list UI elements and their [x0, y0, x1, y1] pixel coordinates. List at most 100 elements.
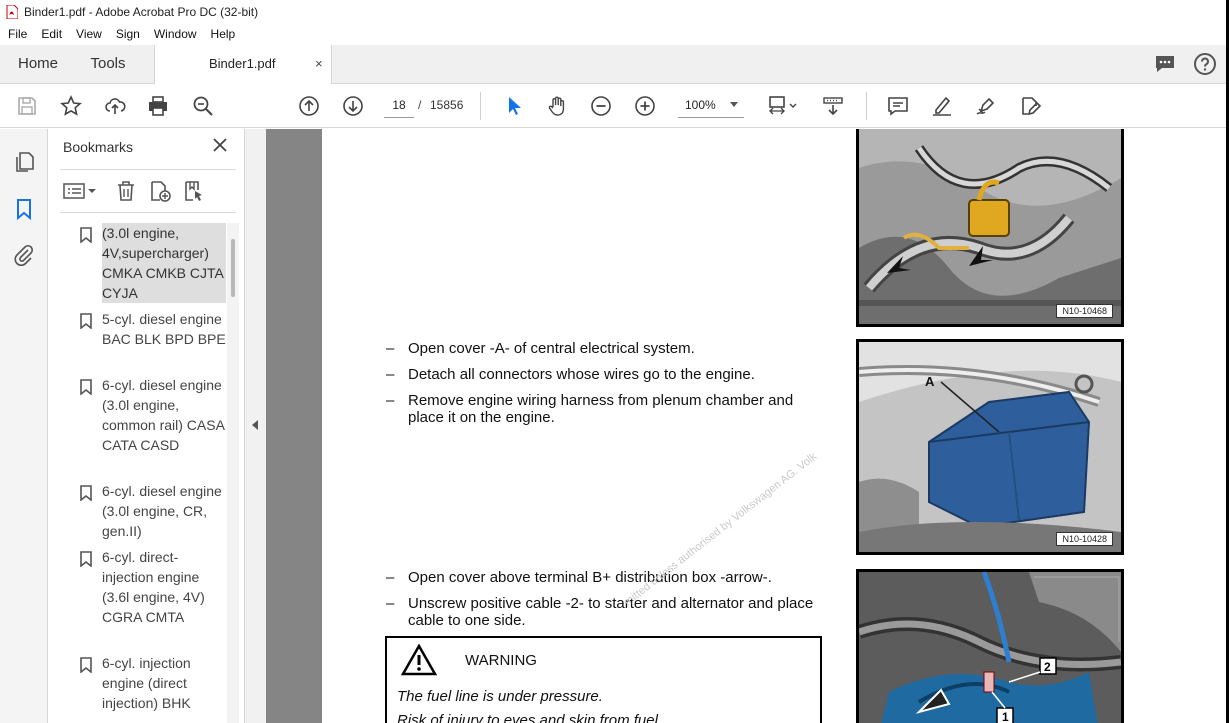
menu-view[interactable]: View [68, 24, 108, 45]
tab-bar: Home Tools Binder1.pdf × [0, 45, 1229, 84]
title-bar: Binder1.pdf - Adobe Acrobat Pro DC (32-b… [0, 0, 1229, 24]
page-fit-icon[interactable] [766, 94, 800, 118]
toolbar [0, 84, 1229, 128]
bookmark-icon [80, 313, 92, 330]
acrobat-app-icon [6, 4, 19, 20]
step-dash: – [386, 569, 395, 586]
bookmark-label: 6-cyl. diesel engine (3.0l engine, CR, g… [102, 483, 222, 539]
bookmark-label: 6-cyl. diesel engine (3.0l engine, commo… [102, 377, 225, 453]
chevron-down-icon [730, 102, 738, 107]
bookmark-panel-icon[interactable] [12, 197, 36, 221]
tab-close-icon[interactable]: × [315, 45, 323, 83]
comment-bubble-icon[interactable] [1153, 52, 1177, 76]
navigation-rail [0, 129, 48, 723]
warning-triangle-icon [400, 643, 438, 676]
tab-document[interactable]: Binder1.pdf × [154, 45, 332, 84]
bookmark-item[interactable]: 6-cyl. diesel engine (3.0l engine, commo… [48, 375, 228, 475]
figure-positive-cable: 2 1 [856, 569, 1124, 723]
zoom-select[interactable]: 100% [678, 92, 744, 118]
delete-trash-icon[interactable] [114, 179, 138, 203]
page-separator: / [418, 98, 422, 112]
scroll-mode-icon[interactable] [821, 94, 845, 118]
close-icon[interactable] [212, 137, 228, 153]
star-icon[interactable] [59, 94, 83, 118]
bookmarks-panel: Bookmarks (3.0l engine, 4V,supercharger)… [48, 129, 244, 723]
figure-label: N10-10428 [1056, 532, 1113, 546]
divider [60, 212, 236, 213]
bookmark-label: 6-cyl. direct-injection engine (3.6l eng… [102, 549, 205, 625]
page-thumbnails-icon[interactable] [12, 150, 36, 174]
highlight-pen-icon[interactable] [930, 94, 954, 118]
bookmark-label: 5-cyl. diesel engine BAC BLK BPD BPE [102, 311, 226, 347]
bookmark-icon [80, 551, 92, 568]
figure-electrical-cover: A N10-10428 [856, 339, 1124, 555]
menu-file[interactable]: File [0, 24, 33, 45]
step-dash: – [386, 392, 395, 409]
bookmark-item[interactable]: 6-cyl. direct-injection engine (3.6l eng… [48, 547, 228, 647]
bookmark-item[interactable]: 6-cyl. diesel engine (3.0l engine, CR, g… [48, 481, 228, 541]
toolbar-divider [866, 92, 867, 120]
help-icon[interactable] [1193, 52, 1217, 76]
step-dash: – [386, 595, 395, 612]
menu-edit[interactable]: Edit [33, 24, 68, 45]
bookmark-options-icon[interactable] [62, 179, 98, 203]
figure-label: N10-10468 [1056, 304, 1113, 318]
step-text: Remove engine wiring harness from plenum… [408, 392, 794, 426]
menu-bar: File Edit View Sign Window Help [0, 24, 1229, 45]
bookmark-item[interactable]: (3.0l engine, 4V,supercharger) CMKA CMKB… [48, 223, 228, 303]
menu-sign[interactable]: Sign [108, 24, 146, 45]
step-dash: – [386, 340, 395, 357]
previous-page-icon[interactable] [297, 94, 321, 118]
next-page-icon[interactable] [341, 94, 365, 118]
bookmark-item[interactable]: 5-cyl. diesel engine BAC BLK BPD BPE [48, 309, 228, 369]
divider [60, 169, 236, 170]
select-cursor-icon[interactable] [502, 94, 526, 118]
hand-tool-icon[interactable] [545, 94, 569, 118]
window-title: Binder1.pdf - Adobe Acrobat Pro DC (32-b… [24, 5, 259, 19]
warning-line: The fuel line is under pressure. [397, 688, 603, 705]
zoom-in-icon[interactable] [633, 94, 657, 118]
cloud-upload-icon[interactable] [103, 94, 127, 118]
attachment-paperclip-icon[interactable] [12, 243, 36, 267]
new-bookmark-icon[interactable] [148, 179, 172, 203]
step-text: Detach all connectors whose wires go to … [408, 366, 755, 383]
edit-pdf-icon[interactable] [1018, 94, 1042, 118]
bookmarks-scrollbar-track[interactable] [227, 223, 239, 723]
comment-icon[interactable] [886, 94, 910, 118]
bookmark-icon [80, 227, 92, 244]
warning-title: WARNING [465, 652, 537, 669]
warning-box: WARNING The fuel line is under pressure.… [385, 636, 822, 723]
figure-engine-connectors: N10-10468 [856, 129, 1124, 327]
callout-label: A [925, 374, 935, 389]
tab-tools[interactable]: Tools [76, 45, 140, 83]
chevron-left-icon[interactable] [252, 420, 258, 430]
zoom-out-icon[interactable] [589, 94, 613, 118]
step-text: Open cover -A- of central electrical sys… [408, 340, 695, 357]
step-text: Unscrew positive cable -2- to starter an… [408, 595, 814, 629]
bookmarks-scrollbar-thumb[interactable] [231, 239, 235, 297]
print-icon[interactable] [146, 94, 170, 118]
bookmark-item[interactable]: 6-cyl. injection engine (direct injectio… [48, 653, 228, 713]
menu-window[interactable]: Window [146, 24, 203, 45]
pdf-page: N10-10468 – Open cover -A- of central el… [322, 129, 1229, 723]
page-total: 15856 [430, 98, 464, 112]
bookmark-label: (3.0l engine, 4V,supercharger) CMKA CMKB… [102, 223, 226, 303]
bookmark-search-icon[interactable] [182, 179, 206, 203]
page-number-input[interactable]: 18 [384, 92, 414, 118]
zoom-search-icon[interactable] [191, 94, 215, 118]
step-text: Open cover above terminal B+ distributio… [408, 569, 772, 586]
tab-home[interactable]: Home [0, 45, 76, 83]
bookmark-icon [80, 657, 92, 674]
save-icon[interactable] [15, 94, 39, 118]
bookmark-label: 6-cyl. injection engine (direct injectio… [102, 655, 191, 711]
callout-label: 1 [1002, 710, 1009, 723]
menu-help[interactable]: Help [203, 24, 242, 45]
document-viewport[interactable]: N10-10468 – Open cover -A- of central el… [266, 129, 1229, 723]
sign-pen-icon[interactable] [974, 94, 998, 118]
step-dash: – [386, 366, 395, 383]
panel-collapse-splitter[interactable] [244, 129, 266, 723]
bookmarks-title: Bookmarks [63, 139, 134, 155]
zoom-value: 100% [685, 98, 716, 112]
bookmark-icon [80, 485, 92, 502]
bookmark-icon [80, 379, 92, 396]
